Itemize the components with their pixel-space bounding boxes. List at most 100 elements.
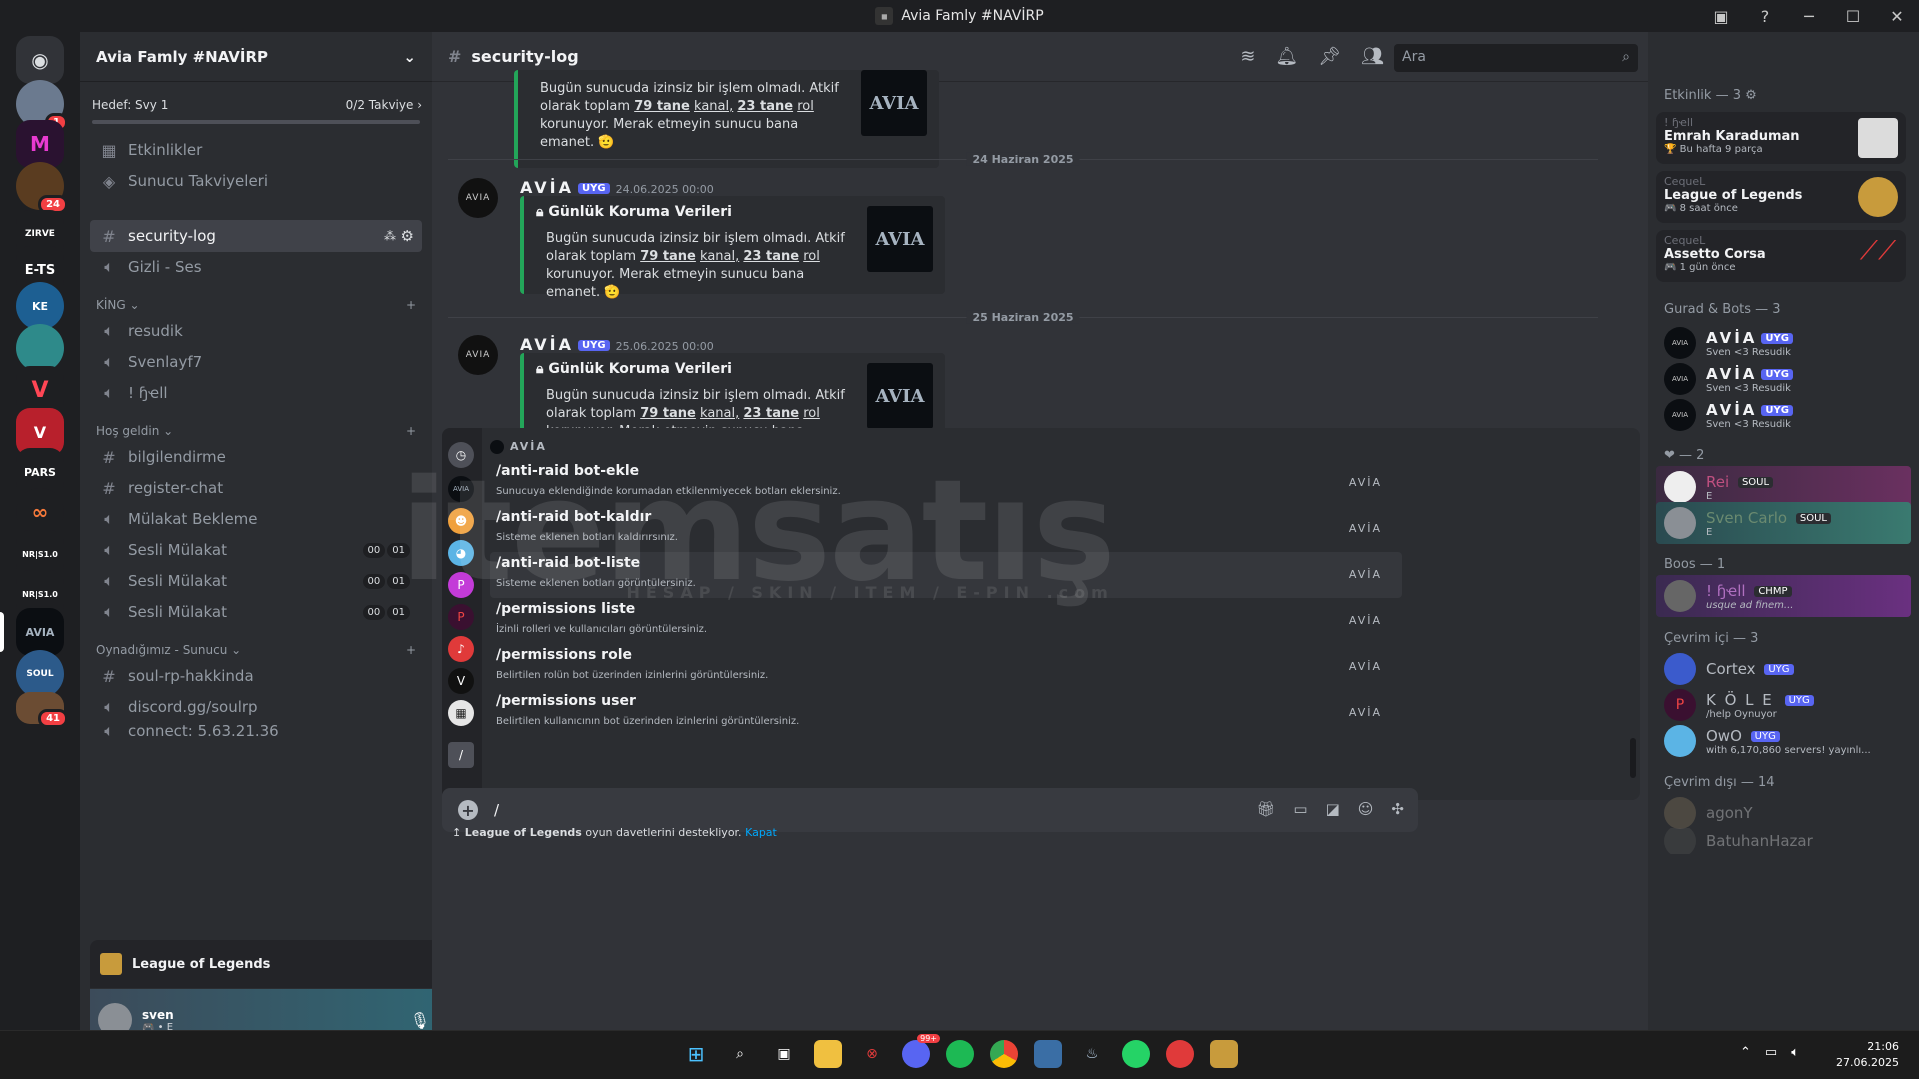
app-icon[interactable] bbox=[1034, 1040, 1062, 1068]
boost-goal[interactable]: Hedef: Svy 1 0/2 Takviye › bbox=[92, 98, 422, 112]
add-channel-icon[interactable]: + bbox=[406, 424, 416, 438]
category-hos-geldin[interactable]: Hoş geldin ⌄ + bbox=[96, 424, 416, 438]
search-icon[interactable]: ⌕ bbox=[726, 1040, 754, 1068]
member-item[interactable]: AVIA AVİA UYG Sven <3 Resudik bbox=[1656, 394, 1911, 436]
command-option[interactable]: /permissions user Belirtilen kullanıcının… bbox=[490, 690, 1402, 736]
app-icon[interactable]: P bbox=[448, 604, 474, 630]
server-icon[interactable]: ∞ bbox=[16, 488, 64, 536]
voice-channel[interactable]: 🔈︎! ɧҽll bbox=[90, 377, 422, 409]
speaker-icon: 🔈︎ bbox=[104, 257, 114, 276]
invite-icon[interactable]: ⁂ bbox=[384, 229, 396, 243]
league-icon[interactable] bbox=[1210, 1040, 1238, 1068]
voice-channel[interactable]: 🔈︎ discord.gg/soulrp bbox=[90, 691, 422, 723]
category-king[interactable]: KİNG ⌄ + bbox=[96, 298, 416, 312]
pin-icon[interactable]: 📌︎ bbox=[1318, 46, 1341, 67]
command-option[interactable]: /permissions role Belirtilen rolün bot üz… bbox=[490, 644, 1402, 690]
discord-home-button[interactable]: ◉ bbox=[16, 36, 64, 84]
chrome-icon[interactable] bbox=[990, 1040, 1018, 1068]
activity-card[interactable]: CequeL League of Legends 🎮 8 saat önce bbox=[1656, 171, 1906, 223]
help-icon[interactable]: ? bbox=[1743, 7, 1787, 26]
app-icon[interactable]: ▦ bbox=[448, 700, 474, 726]
inbox-icon[interactable]: ▣ bbox=[1699, 7, 1743, 26]
text-channel[interactable]: # register-chat bbox=[90, 472, 422, 504]
app-icon[interactable]: ◕ bbox=[448, 540, 474, 566]
app-icon[interactable]: ♪ bbox=[448, 636, 474, 662]
app-icon[interactable]: ☻ bbox=[448, 508, 474, 534]
app-icon-avia[interactable]: AVIA bbox=[448, 476, 474, 502]
close-button[interactable]: ✕ bbox=[1875, 7, 1919, 26]
message-author[interactable]: AVİA UYG 25.06.2025 00:00 bbox=[520, 335, 714, 354]
discord-icon[interactable]: 99+ bbox=[902, 1034, 940, 1068]
recent-icon[interactable]: ◷ bbox=[448, 442, 474, 468]
server-icon[interactable]: 24 bbox=[16, 162, 68, 214]
voice-channel[interactable]: 🔈︎ connect: 5.63.21.36 bbox=[90, 722, 422, 740]
voice-channel[interactable]: 🔈︎ Mülakat Bekleme bbox=[90, 503, 422, 535]
app-icon[interactable]: V bbox=[448, 668, 474, 694]
message-input[interactable]: / bbox=[494, 801, 499, 819]
emoji-icon[interactable]: ☺ bbox=[1358, 800, 1374, 818]
member-item[interactable]: ! ɧҽll CHMP usque ad finem... bbox=[1656, 575, 1911, 617]
activity-card[interactable]: CequeL Assetto Corsa 🎮 1 gün önce ⟋⟋ bbox=[1656, 230, 1906, 282]
add-channel-icon[interactable]: + bbox=[406, 643, 416, 657]
app-icon[interactable]: P bbox=[448, 572, 474, 598]
activity-card[interactable]: ! ɧҽll Emrah Karaduman 🏆 Bu hafta 9 parç… bbox=[1656, 112, 1906, 164]
minimize-button[interactable]: ─ bbox=[1787, 7, 1831, 26]
scrollbar[interactable] bbox=[1630, 738, 1636, 778]
member-item[interactable]: OwO UYG with 6,170,860 servers! yayınlı..… bbox=[1656, 720, 1911, 762]
avatar[interactable]: AVIA bbox=[458, 178, 498, 218]
category-oynadigimiz[interactable]: Oynadığımız - Sunucu ⌄ + bbox=[96, 643, 416, 657]
boosts-item[interactable]: ◈ Sunucu Takviyeleri bbox=[90, 165, 422, 197]
steam-icon[interactable]: ♨ bbox=[1078, 1040, 1106, 1068]
apps-icon[interactable]: ✣ bbox=[1391, 800, 1404, 818]
clock[interactable]: 21:06 27.06.2025 bbox=[1836, 1039, 1899, 1071]
command-option[interactable]: /permissions liste İzinli rolleri ve kull… bbox=[490, 598, 1402, 644]
bell-icon[interactable]: 🔔︎ bbox=[1275, 46, 1298, 67]
gif-icon[interactable]: ▭ bbox=[1293, 800, 1307, 818]
voice-channel[interactable]: 🔈︎ Svenlayf7 bbox=[90, 346, 422, 378]
members-icon[interactable]: 👥︎ bbox=[1361, 46, 1384, 67]
sticker-icon[interactable]: ◪ bbox=[1326, 800, 1340, 818]
server-folder[interactable]: 41 bbox=[16, 692, 68, 728]
command-option[interactable]: /anti-raid bot-kaldır Sisteme eklenen bot… bbox=[490, 506, 1402, 552]
voice-channel[interactable]: 🔈︎ Sesli Mülakat 00 01 bbox=[90, 565, 422, 597]
channel-security-log[interactable]: # security-log ⚙ ⁂ bbox=[90, 220, 422, 252]
search-input[interactable]: Ara ⌕ bbox=[1394, 44, 1638, 72]
message-author[interactable]: AVİA UYG 24.06.2025 00:00 bbox=[520, 178, 714, 197]
spotify-icon[interactable] bbox=[946, 1040, 974, 1068]
avatar[interactable]: AVIA bbox=[458, 335, 498, 375]
add-channel-icon[interactable]: + bbox=[406, 298, 416, 312]
task-view-icon[interactable]: ▣ bbox=[770, 1040, 798, 1068]
command-option-selected[interactable]: /anti-raid bot-liste Sisteme eklenen botl… bbox=[490, 552, 1402, 598]
server-icon[interactable]: V bbox=[16, 366, 64, 414]
whatsapp-icon[interactable] bbox=[1122, 1040, 1150, 1068]
guild-header[interactable]: Avia Famly #NAVİRP ⌄ bbox=[80, 32, 432, 82]
text-channel[interactable]: # soul-rp-hakkinda bbox=[90, 660, 422, 692]
command-option[interactable]: /anti-raid bot-ekle Sunucuya eklendiğinde… bbox=[490, 460, 1402, 506]
builtin-icon[interactable]: / bbox=[448, 742, 474, 768]
dismiss-link[interactable]: Kapat bbox=[745, 826, 777, 839]
microphone-icon[interactable]: 🎙︎ bbox=[410, 1011, 430, 1030]
app-icon[interactable]: ⊗ bbox=[858, 1040, 886, 1068]
member-item[interactable]: Sven Carlo SOUL E bbox=[1656, 502, 1911, 544]
add-attachment-icon[interactable]: + bbox=[458, 800, 478, 820]
server-icon[interactable]: KE bbox=[16, 282, 64, 330]
member-item[interactable]: BatuhanHazar bbox=[1656, 828, 1911, 854]
server-icon[interactable]: SOUL bbox=[16, 650, 64, 698]
system-tray[interactable]: ⌃ ▭ 🔈︎ bbox=[1740, 1045, 1799, 1060]
server-icon[interactable]: M bbox=[16, 120, 64, 168]
maximize-button[interactable]: ☐ bbox=[1831, 7, 1875, 26]
voice-channel[interactable]: 🔈︎ Sesli Mülakat 00 01 bbox=[90, 596, 422, 628]
threads-icon[interactable]: ≋ bbox=[1240, 46, 1255, 67]
voice-channel[interactable]: 🔈︎ Gizli - Ses bbox=[90, 251, 422, 283]
voice-channel[interactable]: 🔈︎ resudik bbox=[90, 315, 422, 347]
server-icon[interactable] bbox=[16, 324, 64, 372]
gift-icon[interactable]: 🎁︎ bbox=[1256, 800, 1275, 818]
voice-channel[interactable]: 🔈︎ Sesli Mülakat 00 01 bbox=[90, 534, 422, 566]
settings-icon[interactable]: ⚙ bbox=[401, 227, 414, 245]
server-icon-avia[interactable]: AVIA bbox=[16, 608, 64, 656]
text-channel[interactable]: # bilgilendirme bbox=[90, 441, 422, 473]
start-icon[interactable]: ⊞ bbox=[682, 1040, 710, 1068]
events-item[interactable]: ▦ Etkinlikler bbox=[90, 134, 422, 166]
app-icon[interactable] bbox=[1166, 1040, 1194, 1068]
file-explorer-icon[interactable] bbox=[814, 1040, 842, 1068]
